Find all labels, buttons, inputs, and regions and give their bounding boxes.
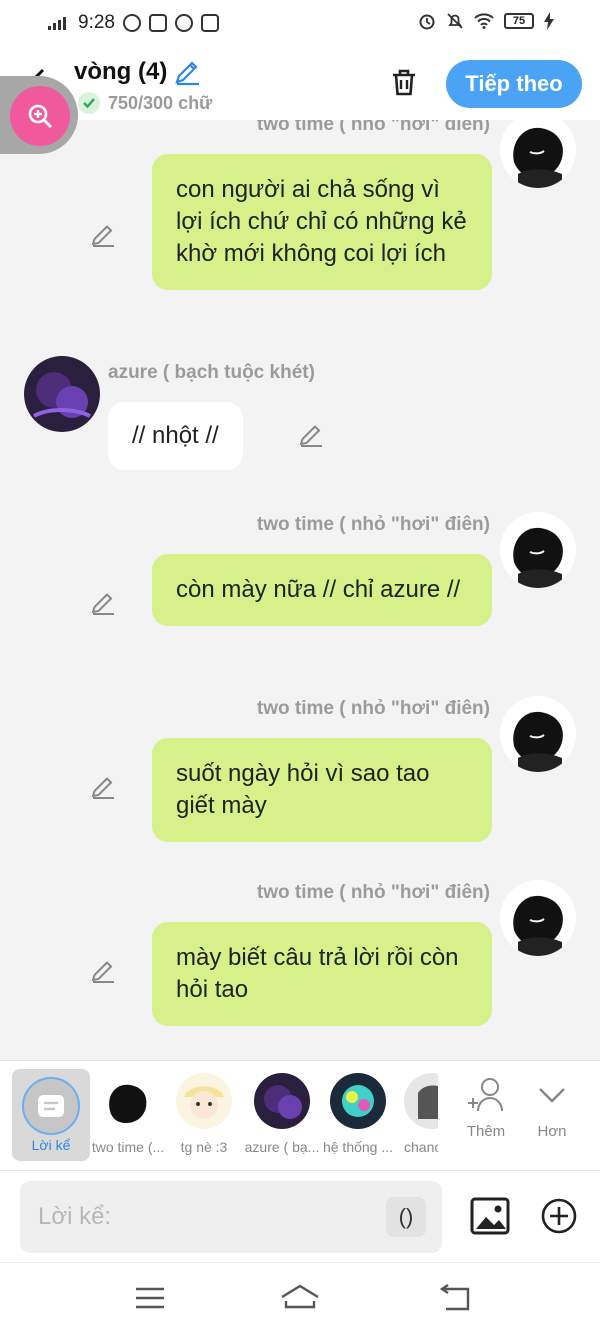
edit-message-icon[interactable] xyxy=(90,774,116,800)
zoom-in-icon xyxy=(28,104,53,129)
next-button[interactable]: Tiếp theo xyxy=(446,60,582,108)
mute-bell-icon xyxy=(447,13,463,29)
message-bubble[interactable]: // nhột // xyxy=(108,402,243,470)
charging-icon xyxy=(544,12,554,30)
system-nav-bar xyxy=(0,1262,600,1333)
avatar-azure[interactable] xyxy=(24,356,100,432)
avatar-two-time[interactable] xyxy=(500,880,576,956)
message-bubble[interactable]: con người ai chả sống vì lợi ích chứ chỉ… xyxy=(152,154,492,290)
app-header: vòng (4) 750/300 chữ Tiếp theo xyxy=(0,48,600,120)
character-chanc[interactable]: chanc xyxy=(404,1073,438,1155)
edit-message-icon[interactable] xyxy=(90,590,116,616)
message-bubble[interactable]: còn mày nữa // chỉ azure // xyxy=(152,554,492,626)
character-two-time[interactable]: two time (... xyxy=(92,1073,164,1155)
message-bubble[interactable]: suốt ngày hỏi vì sao tao giết mày xyxy=(152,738,492,842)
check-icon xyxy=(78,92,100,114)
character-system[interactable]: hệ thống ... xyxy=(323,1073,393,1155)
edit-message-icon[interactable] xyxy=(90,958,116,984)
character-avatar xyxy=(254,1073,310,1129)
character-tg[interactable]: tg nè :3 xyxy=(172,1073,236,1155)
more-button[interactable]: Hơn xyxy=(522,1077,582,1140)
globe-icon xyxy=(122,14,141,32)
page-title: vòng (4) xyxy=(74,58,201,86)
app-icon xyxy=(174,14,193,32)
shop-icon xyxy=(148,14,167,32)
status-bar: 9:28 75 xyxy=(0,0,600,48)
image-icon[interactable] xyxy=(470,1197,510,1235)
sender-name: two time ( nhỏ "hơi" điên) xyxy=(256,882,490,903)
avatar-two-time[interactable] xyxy=(500,120,576,188)
character-avatar xyxy=(330,1073,386,1129)
character-label: tg nè :3 xyxy=(180,1139,228,1155)
more-label: Hơn xyxy=(537,1123,567,1140)
chevron-down-icon xyxy=(539,1088,565,1103)
signal-icon xyxy=(48,16,66,30)
character-label: hệ thống ... xyxy=(322,1139,394,1155)
title-text: vòng (4) xyxy=(74,58,168,85)
input-bar: () xyxy=(0,1170,600,1262)
word-count: 750/300 chữ xyxy=(78,92,212,114)
add-user-icon xyxy=(468,1078,503,1112)
back-nav-icon[interactable] xyxy=(436,1283,476,1313)
sender-name: two time ( nhỏ "hơi" điên) xyxy=(256,698,490,719)
sender-name: azure ( bạch tuộc khét) xyxy=(108,362,315,383)
wifi-icon xyxy=(474,13,494,29)
character-avatar xyxy=(404,1073,438,1129)
avatar-two-time[interactable] xyxy=(500,696,576,772)
parenthesis-button[interactable]: () xyxy=(386,1197,426,1237)
narration-icon xyxy=(38,1095,64,1117)
add-label: Thêm xyxy=(466,1123,506,1140)
edit-message-icon[interactable] xyxy=(298,422,324,448)
gallery-icon xyxy=(200,14,219,32)
add-icon[interactable] xyxy=(540,1197,578,1235)
zoom-button[interactable] xyxy=(10,86,70,146)
word-count-text: 750/300 chữ xyxy=(108,92,213,113)
trash-icon[interactable] xyxy=(388,66,420,98)
sender-name: two time ( nhỏ "hơi" điên) xyxy=(256,514,490,535)
home-icon[interactable] xyxy=(280,1283,320,1313)
avatar-two-time[interactable] xyxy=(500,512,576,588)
message-input[interactable] xyxy=(20,1181,442,1253)
narrator-tab[interactable]: Lời kể xyxy=(12,1069,90,1161)
status-time: 9:28 xyxy=(78,12,115,33)
character-azure[interactable]: azure ( bạ... xyxy=(245,1073,319,1155)
alarm-icon xyxy=(419,14,435,30)
battery-level: 75 xyxy=(512,15,526,27)
sender-name: two time ( nhỏ "hơi" điên) xyxy=(256,120,490,135)
character-avatar xyxy=(176,1073,232,1129)
battery-icon: 75 xyxy=(504,13,534,29)
narrator-label: Lời kể xyxy=(31,1137,71,1153)
menu-icon[interactable] xyxy=(130,1283,170,1313)
edit-message-icon[interactable] xyxy=(90,222,116,248)
narrator-circle xyxy=(22,1077,80,1135)
zoom-handle[interactable] xyxy=(0,76,78,154)
chat-area: two time ( nhỏ "hơi" điên) con người ai … xyxy=(0,120,600,1060)
edit-title-icon[interactable] xyxy=(173,58,201,86)
character-avatar xyxy=(100,1073,156,1129)
character-label: chanc xyxy=(404,1139,438,1155)
message-bubble[interactable]: mày biết câu trả lời rồi còn hỏi tao xyxy=(152,922,492,1026)
character-strip: Lời kể two time (... tg nè :3 azure ( bạ… xyxy=(0,1060,600,1170)
add-character-button[interactable]: Thêm xyxy=(456,1077,516,1140)
